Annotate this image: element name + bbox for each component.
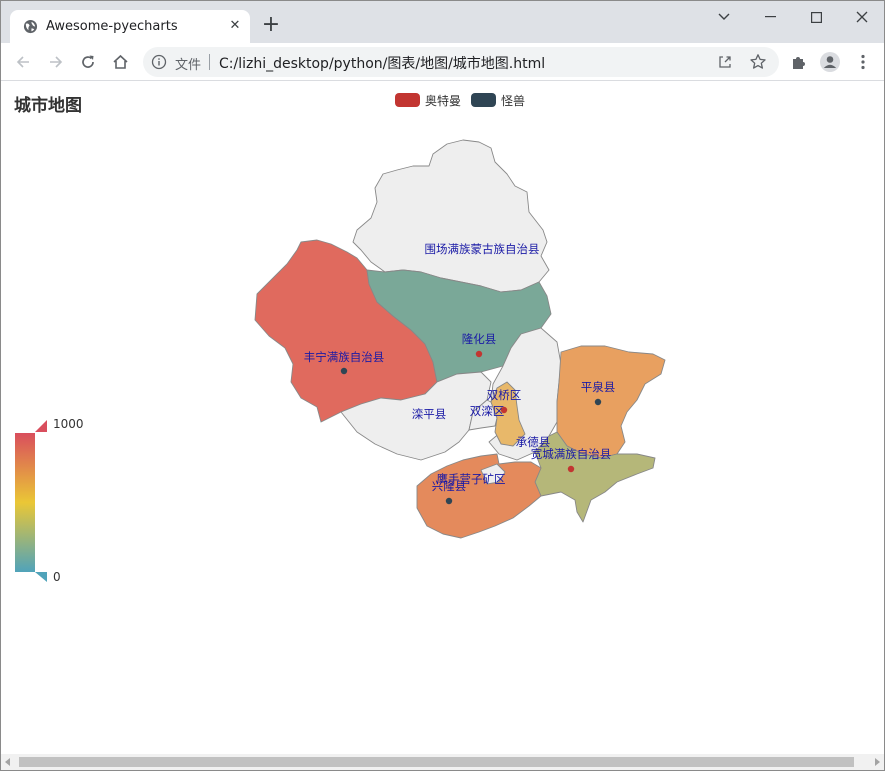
globe-icon: [23, 19, 38, 34]
scatter-point-fengning[interactable]: [340, 367, 348, 375]
page-content: 城市地图 奥特曼 怪兽 围场满族蒙古族自治县 丰宁满族自治县 隆化县 平泉县 滦…: [1, 82, 884, 754]
tab-title: Awesome-pyecharts: [46, 19, 178, 34]
home-icon: [112, 54, 128, 69]
browser-window: Awesome-pyecharts ✕ + 文件 C:/lizhi_deskto…: [0, 0, 885, 771]
reload-button[interactable]: [77, 51, 99, 73]
scatter-point-xinglong[interactable]: [445, 497, 453, 505]
puzzle-icon: [793, 57, 805, 69]
region-label-yingshouyingzi: 鹰手营子矿区: [437, 472, 506, 486]
omnibox-divider: [209, 54, 210, 70]
share-icon[interactable]: [717, 54, 733, 70]
scrollbar-thumb[interactable]: [19, 757, 854, 767]
city-map[interactable]: 围场满族蒙古族自治县 丰宁满族自治县 隆化县 平泉县 滦平县 双桥区 双滦区 承…: [1, 82, 884, 642]
arrow-right-icon: [50, 56, 63, 68]
region-label-kuancheng: 宽城满族自治县: [531, 447, 612, 461]
menu-button[interactable]: [853, 52, 873, 72]
kebab-menu-icon: [861, 54, 865, 70]
minimize-icon: [764, 16, 776, 18]
maximize-icon: [810, 11, 822, 23]
scroll-left-arrow-icon[interactable]: [5, 758, 10, 766]
back-button[interactable]: [12, 51, 34, 73]
minimize-button[interactable]: [747, 1, 793, 33]
region-label-fengning: 丰宁满族自治县: [304, 350, 385, 364]
visual-map-gradient[interactable]: [15, 433, 35, 572]
horizontal-scrollbar[interactable]: [1, 754, 884, 770]
extensions-button[interactable]: [789, 52, 809, 72]
region-xinglong[interactable]: [416, 453, 542, 539]
star-icon[interactable]: [749, 53, 767, 71]
region-pingquan[interactable]: [556, 345, 666, 459]
region-label-weichang: 围场满族蒙古族自治县: [425, 242, 540, 256]
close-window-button[interactable]: [839, 1, 885, 33]
scroll-right-arrow-icon[interactable]: [875, 758, 880, 766]
address-bar[interactable]: 文件 C:/lizhi_desktop/python/图表/地图/城市地图.ht…: [143, 47, 779, 77]
home-button[interactable]: [109, 51, 131, 73]
region-label-shuangluan: 双滦区: [470, 404, 505, 418]
forward-button[interactable]: [45, 51, 67, 73]
arrow-left-icon: [16, 56, 29, 68]
visual-map-min-label: 0: [53, 570, 61, 584]
file-scheme-label: 文件: [175, 58, 202, 73]
chevron-down-icon: [718, 13, 730, 20]
reload-icon: [82, 55, 94, 68]
scatter-point-kuancheng[interactable]: [567, 465, 575, 473]
region-weichang[interactable]: [352, 139, 550, 293]
new-tab-button[interactable]: +: [259, 13, 283, 37]
visual-map-min-handle[interactable]: [35, 572, 47, 582]
visual-map-max-handle[interactable]: [35, 420, 47, 432]
browser-tab[interactable]: Awesome-pyecharts ✕: [10, 10, 250, 43]
scatter-point-pingquan[interactable]: [594, 398, 602, 406]
tab-search-button[interactable]: [701, 1, 747, 33]
browser-toolbar: 文件 C:/lizhi_desktop/python/图表/地图/城市地图.ht…: [1, 43, 884, 81]
maximize-button[interactable]: [793, 1, 839, 33]
region-label-shuangqiao: 双桥区: [487, 388, 522, 402]
region-label-pingquan: 平泉县: [581, 380, 616, 394]
title-bar: Awesome-pyecharts ✕ +: [1, 1, 884, 43]
region-label-luanping: 滦平县: [412, 407, 447, 421]
tab-close-icon[interactable]: ✕: [226, 17, 244, 35]
url-text[interactable]: C:/lizhi_desktop/python/图表/地图/城市地图.html: [219, 53, 545, 73]
scatter-point-longhua[interactable]: [475, 350, 483, 358]
visual-map-max-label: 1000: [53, 417, 84, 431]
profile-button[interactable]: [820, 52, 840, 72]
region-label-longhua: 隆化县: [462, 332, 497, 346]
close-icon: [856, 11, 868, 23]
info-icon[interactable]: [151, 54, 167, 70]
avatar-icon: [820, 52, 840, 72]
